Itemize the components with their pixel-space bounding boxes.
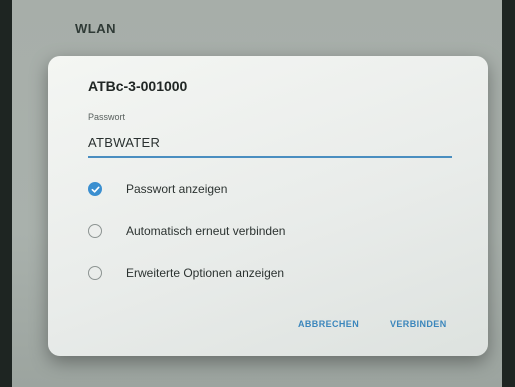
cancel-button[interactable]: ABBRECHEN — [298, 319, 359, 329]
wifi-connect-dialog: ATBc-3-001000 Passwort ATBWATER Passwort… — [48, 56, 488, 356]
checkmark-icon[interactable] — [88, 182, 102, 196]
connect-button[interactable]: VERBINDEN — [390, 319, 447, 329]
password-underline — [88, 156, 452, 158]
auto-reconnect-option[interactable]: Automatisch erneut verbinden — [88, 220, 285, 242]
radio-empty-icon[interactable] — [88, 224, 102, 238]
password-label: Passwort — [88, 112, 126, 122]
radio-empty-icon[interactable] — [88, 266, 102, 280]
show-password-option[interactable]: Passwort anzeigen — [88, 178, 227, 200]
auto-reconnect-label: Automatisch erneut verbinden — [126, 224, 286, 238]
password-field[interactable]: ATBWATER — [88, 135, 160, 150]
page-title: WLAN — [75, 21, 116, 36]
advanced-options-option[interactable]: Erweiterte Optionen anzeigen — [88, 262, 284, 284]
screen: WLAN ATBc-3-001000 Passwort ATBWATER Pas… — [12, 0, 502, 387]
network-name: ATBc-3-001000 — [88, 78, 188, 94]
advanced-options-label: Erweiterte Optionen anzeigen — [126, 266, 285, 280]
show-password-label: Passwort anzeigen — [126, 182, 228, 196]
